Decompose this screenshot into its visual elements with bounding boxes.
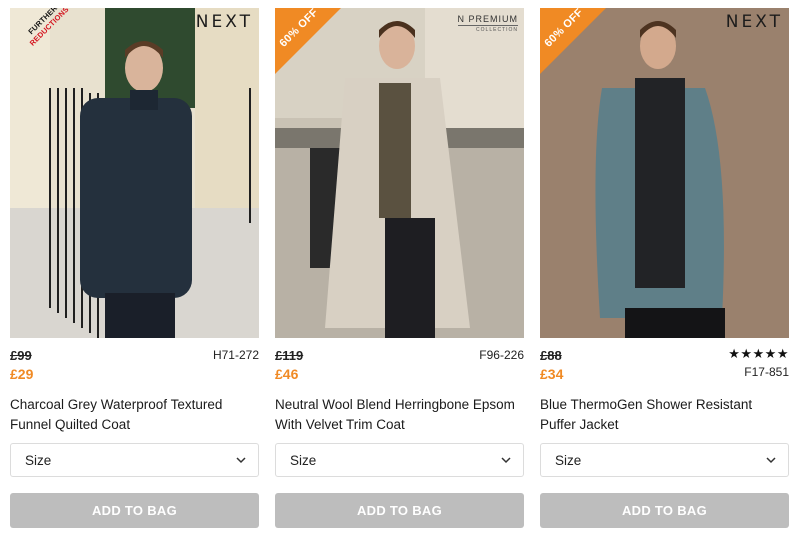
product-card[interactable]: FURTHER REDUCTIONS NEXT £99 £29 H71-272 … xyxy=(10,8,259,528)
price-row: £119 £46 F96-226 xyxy=(275,348,524,392)
size-dropdown[interactable]: Size xyxy=(540,443,789,477)
sale-price: £46 xyxy=(275,366,299,382)
product-card[interactable]: 60% OFF NEXT £88 £34 ★★★★★ F17-851 Blue … xyxy=(540,8,789,528)
rating-stars: ★★★★★ xyxy=(728,346,789,361)
brand-logo-text: N PREMIUM xyxy=(457,14,518,26)
price-row: £88 £34 ★★★★★ F17-851 xyxy=(540,346,789,392)
product-card[interactable]: 60% OFF N PREMIUM COLLECTION £119 £46 F9… xyxy=(275,8,524,528)
chevron-down-icon xyxy=(501,457,511,464)
brand-logo: N PREMIUM COLLECTION xyxy=(457,14,518,33)
size-dropdown[interactable]: Size xyxy=(10,443,259,477)
add-to-bag-button[interactable]: ADD TO BAG xyxy=(275,493,524,528)
chevron-down-icon xyxy=(766,457,776,464)
product-title[interactable]: Neutral Wool Blend Herringbone Epsom Wit… xyxy=(275,395,524,441)
price-row: £99 £29 H71-272 xyxy=(10,348,259,392)
product-image[interactable]: 60% OFF N PREMIUM COLLECTION xyxy=(275,8,524,338)
brand-logo-subtext: COLLECTION xyxy=(476,27,518,33)
product-code: H71-272 xyxy=(212,348,259,362)
brand-logo: NEXT xyxy=(195,12,253,32)
discount-badge: 60% OFF xyxy=(540,8,606,74)
product-title[interactable]: Charcoal Grey Waterproof Textured Funnel… xyxy=(10,395,259,441)
add-to-bag-button[interactable]: ADD TO BAG xyxy=(10,493,259,528)
product-title[interactable]: Blue ThermoGen Shower Resistant Puffer J… xyxy=(540,395,789,441)
size-dropdown-label: Size xyxy=(25,452,52,468)
product-code: F96-226 xyxy=(479,348,524,362)
product-image[interactable]: 60% OFF NEXT xyxy=(540,8,789,338)
original-price: £88 xyxy=(540,348,562,363)
original-price: £119 xyxy=(275,348,304,363)
discount-badge: 60% OFF xyxy=(275,8,341,74)
brand-logo: NEXT xyxy=(725,12,783,32)
size-dropdown[interactable]: Size xyxy=(275,443,524,477)
chevron-down-icon xyxy=(236,457,246,464)
size-dropdown-label: Size xyxy=(290,452,317,468)
sale-price: £29 xyxy=(10,366,34,382)
product-code: F17-851 xyxy=(744,365,789,379)
add-to-bag-button[interactable]: ADD TO BAG xyxy=(540,493,789,528)
product-image[interactable]: FURTHER REDUCTIONS NEXT xyxy=(10,8,259,338)
original-price: £99 xyxy=(10,348,32,363)
sale-price: £34 xyxy=(540,366,564,382)
size-dropdown-label: Size xyxy=(555,452,582,468)
